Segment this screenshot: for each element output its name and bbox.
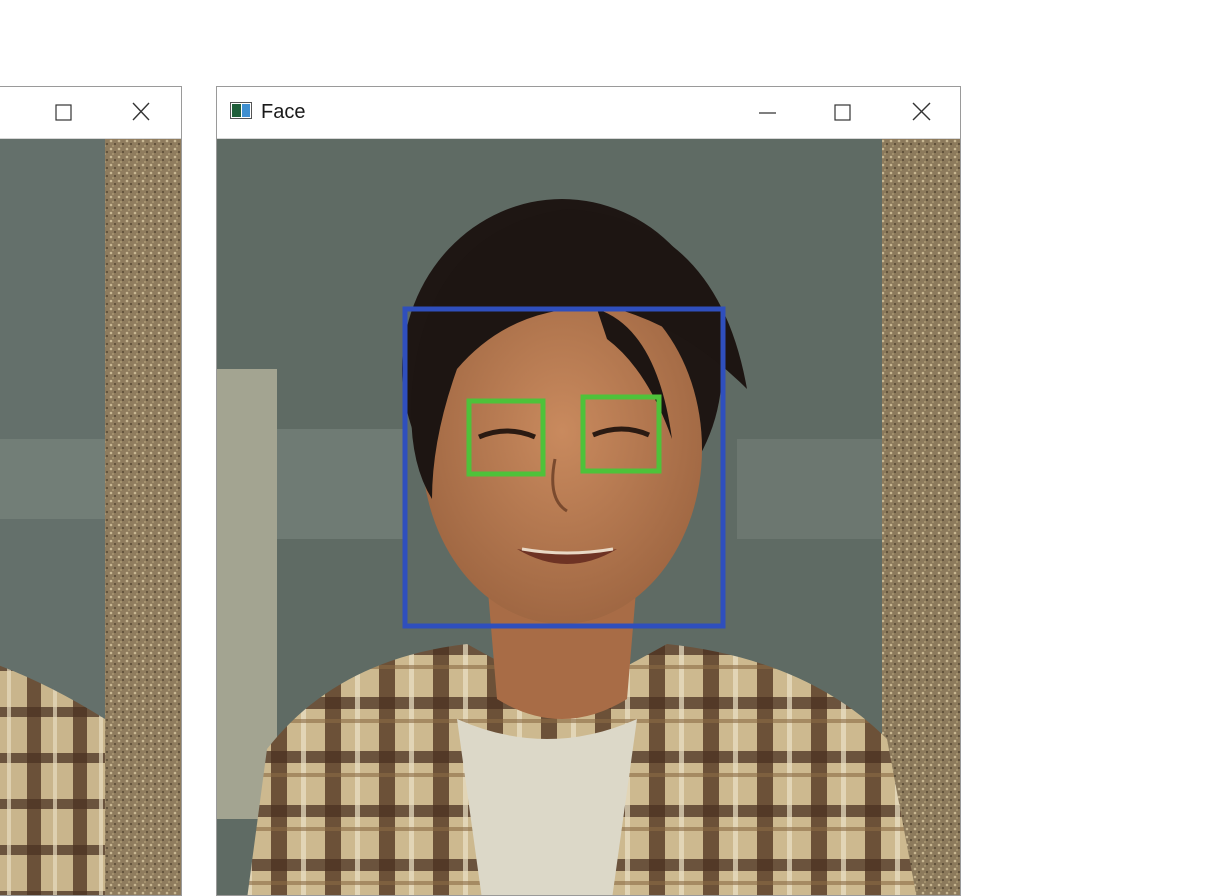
face-window-titlebar[interactable]: Face	[217, 87, 960, 139]
face-window: Face	[216, 86, 961, 896]
minimize-button[interactable]	[747, 93, 787, 131]
face-photo	[217, 139, 960, 895]
face-image-canvas	[217, 139, 960, 895]
left-close-button[interactable]	[121, 93, 161, 131]
minimize-icon	[759, 112, 776, 114]
close-icon	[912, 102, 931, 121]
left-photo	[0, 139, 181, 895]
left-window-titlebar[interactable]	[0, 87, 181, 139]
maximize-icon	[55, 104, 72, 121]
left-maximize-button[interactable]	[43, 93, 83, 131]
window-title: Face	[261, 101, 306, 123]
maximize-button[interactable]	[823, 93, 863, 131]
left-image-canvas	[0, 139, 181, 895]
close-button[interactable]	[902, 93, 942, 131]
opencv-window-icon	[230, 102, 252, 119]
maximize-icon	[834, 104, 851, 121]
close-icon	[132, 102, 150, 121]
left-image-window	[0, 86, 182, 896]
